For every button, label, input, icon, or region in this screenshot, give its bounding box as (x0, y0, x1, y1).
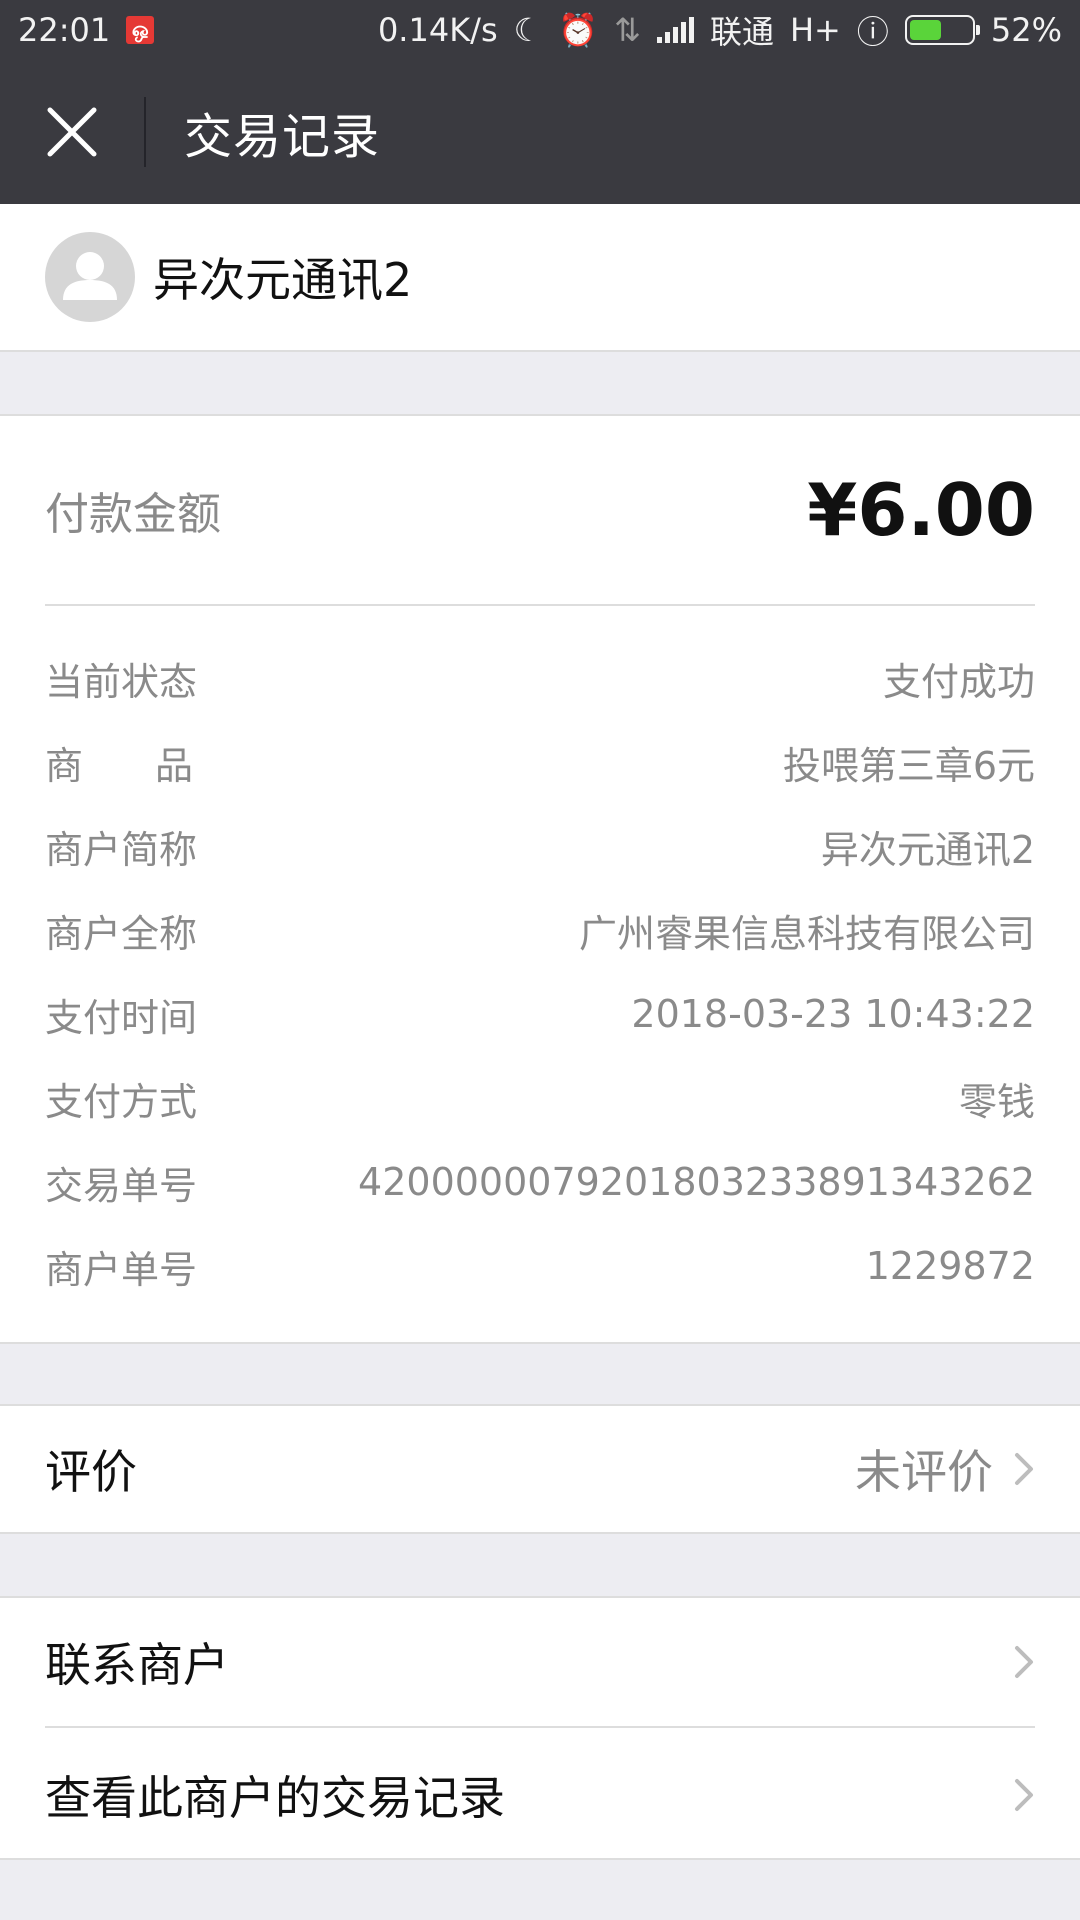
info-value: 投喂第三章6元 (782, 743, 1035, 788)
title-bar: 交易记录 (0, 60, 1080, 204)
amount-label: 付款金额 (45, 489, 221, 540)
info-label: 商户全称 (45, 911, 198, 956)
page-title: 交易记录 (184, 109, 381, 165)
info-label: 商户简称 (45, 827, 198, 872)
info-value: 支付成功 (882, 659, 1035, 704)
signal-icon (656, 17, 694, 43)
info-label: 交易单号 (45, 1163, 198, 1208)
network-speed: 0.14K/s (377, 11, 498, 49)
rating-row[interactable]: 评价 未评价 (0, 1404, 1080, 1534)
rating-right: 未评价 (855, 1436, 1035, 1502)
battery-icon (904, 15, 980, 45)
data-transfer-icon: ⇅ (614, 11, 641, 49)
charging-icon: ⓘ (856, 13, 889, 51)
merchant-history-row[interactable]: 查看此商户的交易记录 (45, 1730, 1035, 1860)
info-row-merchant-short-name: 商户简称 异次元通讯2 (45, 804, 1035, 888)
close-icon (47, 107, 97, 157)
merchant-name: 异次元通讯2 (153, 253, 413, 307)
merchant-links: 联系商户 查看此商户的交易记录 (0, 1596, 1080, 1860)
info-value: 零钱 (958, 1079, 1035, 1124)
info-value: 2018-03-23 10:43:22 (631, 992, 1035, 1036)
info-label: 支付方式 (45, 1079, 198, 1124)
info-row-merchant-order-id: 商户单号 1229872 (45, 1224, 1035, 1308)
info-label: 商户单号 (45, 1247, 198, 1292)
status-bar-left: 22:01 ஒ (18, 11, 155, 49)
netease-music-icon: ஒ (126, 16, 155, 44)
info-row-merchant-full-name: 商户全称 广州睿果信息科技有限公司 (45, 888, 1035, 972)
contact-merchant-row[interactable]: 联系商户 (45, 1598, 1035, 1728)
carrier-name: 联通 (709, 13, 774, 51)
chevron-right-icon (1015, 1779, 1033, 1811)
close-button[interactable] (0, 60, 144, 204)
chevron-right-icon (1015, 1646, 1033, 1678)
alarm-icon: ⏰ (558, 11, 599, 49)
merchant-history-label: 查看此商户的交易记录 (45, 1771, 505, 1825)
amount-row: 付款金额 ¥6.00 (45, 416, 1035, 606)
info-value: 异次元通讯2 (820, 827, 1035, 872)
info-value: 广州睿果信息科技有限公司 (578, 911, 1035, 956)
info-row-payment-method: 支付方式 零钱 (45, 1056, 1035, 1140)
payment-details: 付款金额 ¥6.00 当前状态 支付成功 商品 投喂第三章6元 商户简称 异次元… (0, 414, 1080, 1344)
battery-percent: 52% (990, 11, 1062, 49)
chevron-right-icon (1015, 1453, 1033, 1485)
info-label: 商品 (45, 743, 266, 788)
rating-label: 评价 (45, 1445, 137, 1499)
info-row-status: 当前状态 支付成功 (45, 636, 1035, 720)
title-divider (144, 97, 146, 167)
user-placeholder-icon (63, 252, 117, 300)
status-time: 22:01 (18, 11, 111, 49)
battery-fill (909, 20, 942, 40)
merchant-header: 异次元通讯2 (0, 204, 1080, 352)
info-row-transaction-id: 交易单号 4200000079201803233891343262 (45, 1140, 1035, 1224)
status-bar-right: 0.14K/s ☾ ⏰ ⇅ 联通 H+ ⓘ 52% (378, 7, 1062, 53)
info-label: 支付时间 (45, 995, 198, 1040)
status-bar: 22:01 ஒ 0.14K/s ☾ ⏰ ⇅ 联通 H+ ⓘ 52% (0, 0, 1080, 60)
info-list: 当前状态 支付成功 商品 投喂第三章6元 商户简称 异次元通讯2 商户全称 广州… (45, 636, 1035, 1308)
moon-icon: ☾ (513, 11, 543, 49)
amount-value: ¥6.00 (807, 468, 1035, 552)
rating-value: 未评价 (855, 1445, 993, 1499)
info-row-payment-time: 支付时间 2018-03-23 10:43:22 (45, 972, 1035, 1056)
info-value: 4200000079201803233891343262 (358, 1160, 1035, 1204)
network-type: H+ (789, 11, 841, 49)
avatar (45, 232, 135, 322)
info-value: 1229872 (865, 1244, 1035, 1288)
info-row-product: 商品 投喂第三章6元 (45, 720, 1035, 804)
contact-merchant-label: 联系商户 (45, 1638, 229, 1692)
info-label: 当前状态 (45, 659, 198, 704)
